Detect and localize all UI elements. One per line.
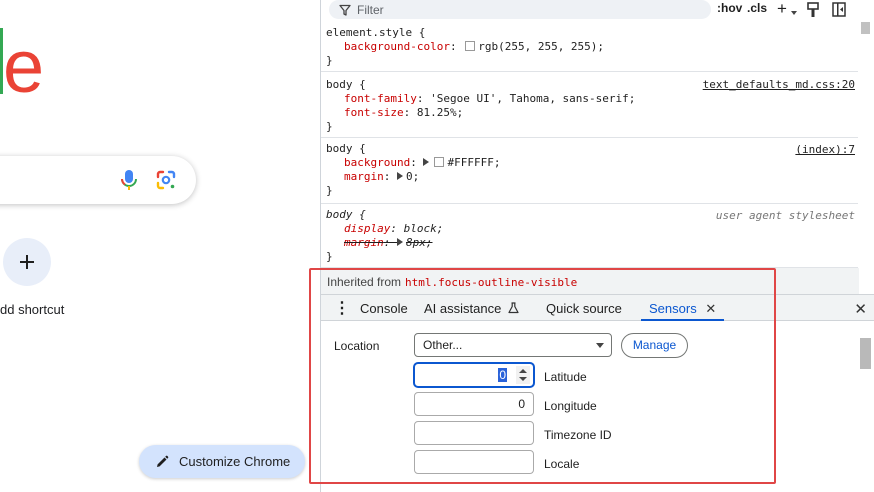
css-rule-body-index: (index):7 body { background: #FFFFFF; ma… (321, 138, 859, 204)
tab-ai-assistance-label: AI assistance (424, 301, 502, 316)
sensors-panel: Location Other... Manage 0 Latitude 0 Lo… (321, 322, 859, 492)
longitude-value: 0 (518, 397, 525, 411)
styles-scrollbar-thumb[interactable] (861, 22, 870, 34)
google-lens-icon[interactable] (154, 168, 178, 192)
css-declaration[interactable]: margin: 0; (326, 170, 859, 184)
locale-label: Locale (544, 457, 580, 471)
plus-icon (20, 255, 34, 269)
css-property-value[interactable]: rgb(255, 255, 255); (478, 40, 604, 53)
latitude-input[interactable]: 0 (414, 363, 534, 387)
expand-triangle-icon[interactable] (423, 158, 430, 166)
customize-chrome-label: Customize Chrome (179, 454, 291, 469)
latitude-label: Latitude (544, 370, 587, 384)
timezone-id-label: Timezone ID (544, 428, 612, 442)
css-property-name[interactable]: margin (344, 170, 384, 183)
rule-close-brace: } (326, 250, 333, 263)
inherited-from-header: Inherited from html.focus-outline-visible (321, 268, 859, 294)
location-select-value: Other... (423, 338, 463, 352)
microphone-icon[interactable] (118, 168, 140, 192)
styles-toolbar: Filter :hov .cls + (321, 0, 874, 22)
sensors-scrollbar[interactable] (858, 322, 874, 492)
css-declaration[interactable]: font-size: 81.25%; (326, 106, 859, 120)
manage-button[interactable]: Manage (621, 333, 688, 358)
styles-filter-input[interactable]: Filter (329, 0, 711, 19)
hov-toggle[interactable]: :hov (717, 1, 742, 15)
inherited-selector-link[interactable]: html.focus-outline-visible (405, 276, 577, 289)
add-shortcut-button[interactable] (3, 238, 51, 286)
css-declaration-overridden: margin: 8px; (344, 236, 433, 249)
cls-toggle[interactable]: .cls (747, 1, 767, 15)
flask-icon (508, 302, 519, 314)
location-label: Location (334, 339, 380, 353)
css-rule-body-user-agent: user agent stylesheet body { display: bl… (321, 204, 859, 268)
longitude-input[interactable]: 0 (414, 392, 534, 416)
devtools-panel: Filter :hov .cls + element.style { backg… (320, 0, 874, 492)
css-property-value: 8px; (406, 236, 433, 249)
css-property-value: block; (403, 222, 444, 235)
rule-selector: element.style { (326, 26, 426, 39)
rule-source-user-agent: user agent stylesheet (715, 209, 855, 222)
pencil-icon (157, 455, 169, 467)
drawer-tab-bar: ⋮ Console AI assistance Quick source Sen… (321, 294, 874, 321)
tab-console[interactable]: Console (360, 295, 408, 321)
css-property-value[interactable]: 81.25%; (417, 106, 463, 119)
css-property-name[interactable]: font-size (344, 106, 404, 119)
color-swatch[interactable] (434, 157, 445, 167)
number-spinner-icon[interactable] (516, 366, 530, 384)
tab-sensors-label: Sensors (649, 301, 697, 316)
close-drawer-icon[interactable]: ✕ (854, 300, 867, 318)
rule-selector: body { (326, 142, 366, 155)
new-style-rule-icon[interactable]: + (777, 0, 787, 19)
new-tab-page: e dd shortcut Customize Chrome (0, 0, 320, 492)
css-property-value[interactable]: 0; (406, 170, 419, 183)
dropdown-caret-icon[interactable] (791, 10, 797, 16)
rule-source-link[interactable]: text_defaults_md.css:20 (703, 78, 855, 91)
close-tab-icon[interactable]: ✕ (705, 301, 716, 316)
css-declaration[interactable]: background-color: rgb(255, 255, 255); (326, 40, 859, 54)
customize-chrome-button[interactable]: Customize Chrome (139, 445, 305, 478)
css-rule-body-text-defaults: text_defaults_md.css:20 body { font-fami… (321, 72, 859, 138)
paint-brush-icon[interactable] (806, 2, 820, 18)
css-property-value[interactable]: #FFFFFF; (447, 156, 500, 169)
filter-icon (339, 4, 351, 16)
tab-sensors[interactable]: Sensors ✕ (641, 295, 725, 321)
longitude-label: Longitude (544, 399, 597, 413)
expand-triangle-icon[interactable] (397, 172, 403, 180)
rule-close-brace: } (326, 54, 333, 67)
css-property-name[interactable]: background-color (344, 40, 450, 53)
color-swatch[interactable] (465, 41, 476, 51)
css-declaration: display: block; (344, 222, 444, 235)
css-property-name[interactable]: font-family (344, 92, 417, 105)
css-property-name: margin (344, 236, 384, 249)
styles-scrollbar[interactable] (858, 0, 874, 268)
css-property-name: display (344, 222, 391, 235)
css-property-name[interactable]: background (344, 156, 410, 169)
latitude-value: 0 (498, 368, 507, 382)
css-rule-element-style: element.style { background-color: rgb(25… (321, 22, 859, 72)
rule-source-link[interactable]: (index):7 (795, 143, 855, 156)
css-declaration[interactable]: font-family: 'Segoe UI', Tahoma, sans-se… (326, 92, 859, 106)
css-property-value[interactable]: 'Segoe UI', Tahoma, sans-serif; (430, 92, 635, 105)
toggle-sidebar-icon[interactable] (832, 2, 846, 17)
locale-input[interactable] (414, 450, 534, 474)
expand-triangle-icon (397, 238, 403, 246)
sensors-scrollbar-thumb[interactable] (860, 338, 871, 369)
css-declaration[interactable]: background: #FFFFFF; (326, 156, 859, 170)
add-shortcut-label: dd shortcut (0, 302, 65, 317)
tab-ai-assistance[interactable]: AI assistance (424, 295, 519, 321)
rule-close-brace: } (326, 184, 333, 197)
timezone-id-input[interactable] (414, 421, 534, 445)
tab-quick-source[interactable]: Quick source (546, 295, 622, 321)
more-tools-icon[interactable]: ⋮ (334, 295, 350, 321)
location-select[interactable]: Other... (414, 333, 612, 357)
rule-close-brace: } (326, 120, 333, 133)
google-logo: e (3, 25, 44, 108)
inherited-from-label: Inherited from (327, 275, 402, 289)
chevron-down-icon (596, 343, 604, 348)
filter-placeholder: Filter (357, 2, 384, 17)
